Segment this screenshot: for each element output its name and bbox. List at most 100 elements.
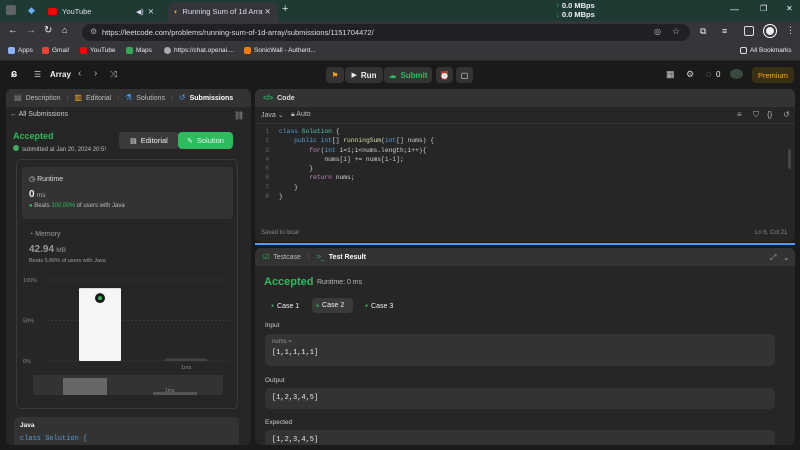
bookmark-apps[interactable]: Apps	[8, 47, 33, 54]
chrome-menu-icon[interactable]	[6, 5, 16, 15]
notes-button[interactable]: ▢	[456, 67, 473, 83]
bookmark-chatgpt[interactable]: https://chat.openai....	[164, 47, 234, 54]
cloud-upload-icon: ☁	[388, 70, 397, 80]
case-tab-3[interactable]: ● Case 3	[361, 299, 401, 313]
bookmark-maps[interactable]: Maps	[126, 47, 152, 54]
layout-icon[interactable]: ▦	[666, 69, 675, 80]
profile-avatar[interactable]	[764, 25, 776, 37]
run-button[interactable]: ▶ Run	[345, 67, 383, 83]
site-info-icon[interactable]: ⚙	[90, 27, 97, 36]
format-icon[interactable]: ≡	[737, 110, 742, 119]
apps-grid-icon	[8, 47, 15, 54]
streak-fire-icon[interactable]: ◌	[706, 69, 711, 79]
code-editor[interactable]: 1 class Solution { 2 public int[] running…	[255, 127, 785, 201]
back-icon[interactable]: ←	[8, 25, 18, 36]
prev-problem-icon[interactable]: ‹	[78, 68, 81, 79]
next-problem-icon[interactable]: ›	[94, 68, 97, 79]
pass-dot-icon: ●	[271, 303, 275, 309]
user-avatar[interactable]	[730, 69, 743, 79]
pencil-icon: ✎	[187, 137, 193, 145]
all-submissions-link[interactable]: ← All Submissions	[10, 111, 68, 118]
reload-icon[interactable]: ↻	[44, 25, 52, 36]
beats-icon: ●	[29, 203, 33, 209]
output-label: Output	[265, 377, 285, 384]
left-tab-bar: ▤ Description | ▥ Editorial | ⚗ Solutions |…	[6, 89, 251, 107]
bookmark-gmail[interactable]: Gmail	[42, 47, 69, 54]
forward-icon[interactable]: →	[26, 25, 36, 36]
sidepanel-icon[interactable]	[744, 26, 754, 36]
language-select[interactable]: Java ⌄	[261, 111, 284, 119]
settings-icon[interactable]: ⚙	[686, 69, 694, 80]
auto-mode-toggle[interactable]: 🔒︎ Auto	[291, 111, 311, 119]
submitted-info: submitted at Jan 20, 2024 20:5!	[13, 145, 106, 153]
braces-icon[interactable]: {}	[767, 110, 772, 119]
kebab-menu-icon[interactable]: ⋮	[786, 25, 795, 36]
extensions-icon[interactable]: ⧉	[700, 26, 706, 37]
bookmark-youtube[interactable]: YouTube	[80, 47, 116, 54]
bookmark-icon[interactable]: ⛉	[753, 110, 759, 120]
case-tab-1[interactable]: ● Case 1	[267, 299, 307, 313]
code-peek[interactable]: Java class Solution {	[14, 417, 239, 445]
result-status: Accepted	[264, 276, 314, 288]
leetcode-logo[interactable]: ɕ	[11, 68, 17, 80]
overview-label: 1ms	[165, 388, 175, 394]
close-icon[interactable]: ✕	[148, 7, 154, 16]
minimize-button[interactable]: —	[730, 4, 739, 14]
my-submission-dot	[98, 296, 102, 301]
runtime-card[interactable]: ◷ Runtime 0 ms ● Beats 100.00% of users …	[22, 167, 233, 219]
maximize-button[interactable]: ❐	[760, 4, 767, 13]
tab-test-result[interactable]: Test Result	[329, 254, 366, 261]
shuffle-icon[interactable]: ⤨	[110, 69, 117, 80]
window-close-button[interactable]: ✕	[786, 4, 793, 13]
all-bookmarks[interactable]: All Bookmarks	[740, 47, 792, 54]
debug-button[interactable]: ⚑	[326, 67, 344, 83]
chatgpt-icon	[164, 47, 171, 54]
case-tab-2[interactable]: ● Case 2	[312, 298, 353, 313]
menu-list-icon[interactable]: ≡	[722, 26, 727, 36]
reset-icon[interactable]: ↺	[783, 110, 790, 119]
pass-dot-icon: ●	[316, 302, 320, 309]
timer-button[interactable]: ⏰	[436, 67, 453, 83]
cursor-position: Ln 6, Col 21	[755, 230, 788, 236]
eye-off-icon[interactable]: ◎	[654, 27, 661, 36]
x-tick-label: 1ms	[181, 365, 192, 371]
submissions-icon: ↺	[178, 93, 186, 102]
solution-button[interactable]: ✎ Solution	[178, 132, 233, 149]
close-icon[interactable]: ✕	[265, 7, 271, 16]
star-icon[interactable]: ☆	[672, 26, 680, 37]
submit-button[interactable]: ☁ Submit	[384, 67, 432, 83]
problem-list-icon[interactable]: ☰	[34, 70, 41, 79]
gem-icon[interactable]: ◆	[28, 5, 35, 16]
problem-list-title[interactable]: Array	[50, 70, 71, 79]
gmail-icon	[42, 47, 49, 54]
collapse-icon[interactable]: ⌄	[783, 253, 790, 262]
sonicwall-icon	[244, 47, 251, 54]
tab-solutions[interactable]: Solutions	[136, 95, 165, 102]
bookmark-sonicwall[interactable]: SonicWall - Authent...	[244, 47, 316, 54]
url-text[interactable]: https://leetcode.com/problems/running-su…	[102, 28, 374, 37]
expand-icon[interactable]: ⤢	[770, 253, 776, 263]
panel-resizer[interactable]	[255, 243, 795, 245]
expected-box: [1,2,3,4,5]	[265, 430, 775, 445]
pass-dot-icon: ●	[365, 303, 369, 309]
tab-testcase[interactable]: Testcase	[273, 254, 301, 261]
youtube-icon	[80, 47, 87, 54]
tab-editorial[interactable]: Editorial	[86, 95, 111, 102]
lock-icon: 🔒︎	[291, 111, 295, 118]
editorial-button[interactable]: ▤ Editorial	[119, 132, 179, 149]
tab-youtube[interactable]: YouTube ◀) ✕	[48, 2, 158, 21]
omnibox[interactable]: ⚙ https://leetcode.com/problems/running-…	[82, 24, 690, 41]
save-status: Saved to local	[261, 230, 299, 236]
editor-scrollbar[interactable]	[788, 149, 791, 169]
link-icon[interactable]: ⛓	[234, 111, 244, 120]
tab-leetcode[interactable]: ◐ Running Sum of 1d Array - Lee ✕	[168, 2, 278, 21]
home-icon[interactable]: ⌂	[62, 25, 67, 35]
memory-card[interactable]: ◔ Memory 42.94 MB Beats 5.86% of users w…	[22, 223, 233, 271]
tab-submissions[interactable]: Submissions	[190, 95, 234, 102]
folder-icon	[740, 47, 747, 54]
memory-icon: ◔	[29, 231, 34, 238]
new-tab-button[interactable]: +	[282, 3, 288, 15]
premium-button[interactable]: Premium	[752, 67, 794, 83]
tab-description[interactable]: Description	[26, 95, 61, 102]
youtube-icon	[48, 8, 57, 15]
